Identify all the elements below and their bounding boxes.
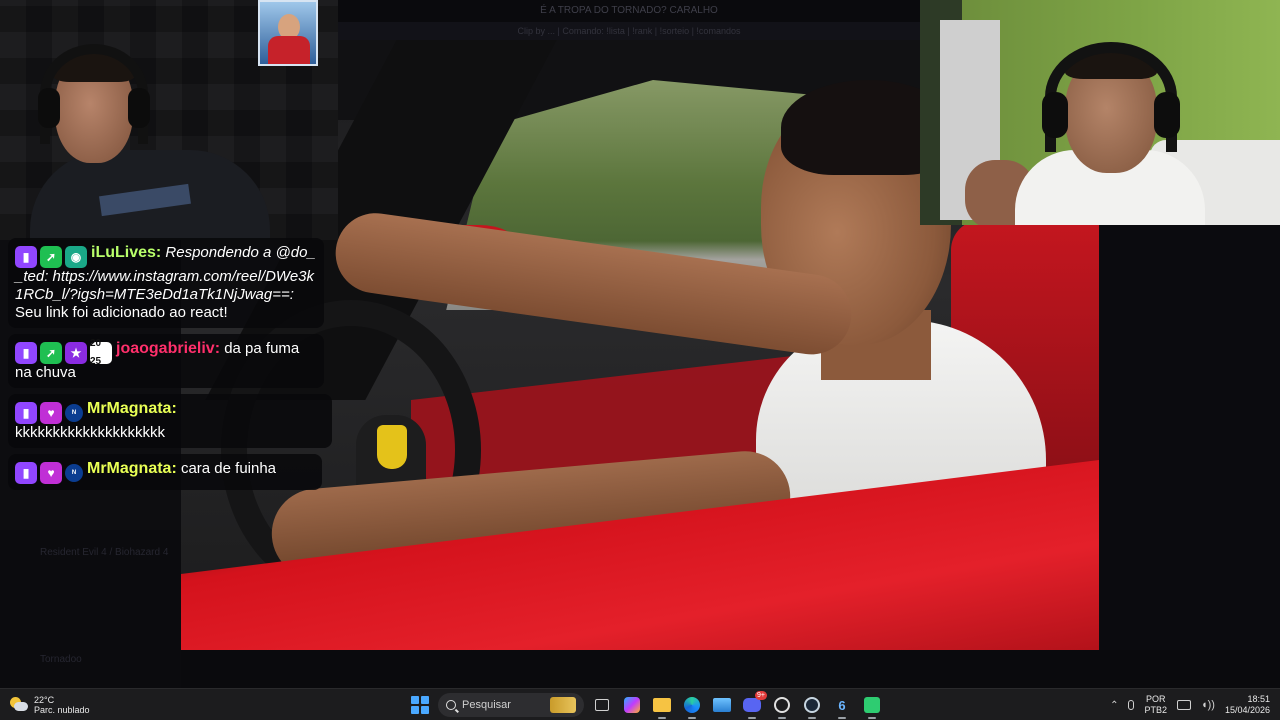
- username-text: Tornadoo: [40, 654, 82, 665]
- obs-icon: [774, 697, 790, 713]
- heart-icon: ♥: [40, 462, 62, 484]
- stream-sub-bar: Clip by ... | Comando: !lista | !rank | …: [338, 22, 920, 40]
- task-view-icon: [595, 699, 609, 711]
- file-explorer-button[interactable]: [650, 693, 674, 719]
- steam-icon: [804, 697, 820, 713]
- superman-poster: [258, 0, 318, 66]
- rocket-icon: ➚: [40, 342, 62, 364]
- voice-channel-panel: Resident Evil 4 / Biohazard 4 Tornadoo: [0, 530, 181, 688]
- chat-username: iLuLives:: [91, 244, 162, 261]
- photos-button[interactable]: [710, 693, 734, 717]
- chat-username: MrMagnata:: [87, 400, 177, 417]
- partly-cloudy-icon: [10, 697, 28, 713]
- activity-text: Resident Evil 4 / Biohazard 4: [40, 547, 169, 558]
- microphone-icon[interactable]: [1128, 700, 1135, 710]
- chevron-up-icon[interactable]: ⌃: [1110, 700, 1118, 711]
- nasa-icon: N: [65, 404, 83, 422]
- start-button[interactable]: [408, 693, 432, 717]
- six-app-button[interactable]: 6: [830, 693, 854, 719]
- search-placeholder: Pesquisar: [462, 699, 511, 711]
- network-icon[interactable]: [1176, 700, 1191, 710]
- weather-temp: 22°C: [34, 695, 55, 705]
- call-controls-bar: [181, 650, 1280, 688]
- clock-time: 18:51: [1247, 694, 1270, 704]
- star-icon: ★: [65, 342, 87, 364]
- chat-username: joaogabrieliv:: [116, 340, 221, 357]
- volume-icon[interactable]: ◖)): [1201, 699, 1215, 711]
- chat-username: MrMagnata:: [87, 460, 177, 477]
- chat-message: ▮ ➚ ★ 20 25 joaogabrieliv: da pa fuma na…: [8, 334, 324, 388]
- ferrari-badge-icon: [377, 425, 407, 469]
- twitch-icon: ▮: [15, 462, 37, 484]
- task-view-button[interactable]: [590, 693, 614, 717]
- obs-button[interactable]: [770, 693, 794, 719]
- windows-taskbar: 22°C Parc. nublado Pesquisar 9+ 6 ⌃ POR: [0, 688, 1280, 720]
- green-app-button[interactable]: [860, 693, 884, 719]
- right-webcam: [920, 0, 1280, 225]
- weather-desc: Parc. nublado: [34, 705, 90, 715]
- steam-button[interactable]: [800, 693, 824, 719]
- nasa-icon: N: [65, 464, 83, 482]
- system-tray: ⌃ POR PTB2 ◖)) 18:51 15/04/2026: [1110, 693, 1270, 717]
- weather-widget[interactable]: 22°C Parc. nublado: [10, 694, 90, 716]
- edge-icon: [684, 697, 700, 713]
- language-indicator[interactable]: POR PTB2: [1144, 694, 1167, 716]
- copilot-button[interactable]: [620, 693, 644, 717]
- six-icon: 6: [838, 697, 846, 713]
- photos-icon: [713, 698, 731, 712]
- search-highlight-icon: [550, 697, 576, 713]
- clock[interactable]: 18:51 15/04/2026: [1225, 694, 1270, 716]
- chat-text: cara de fuinha: [180, 460, 277, 477]
- rocket-icon: ➚: [40, 246, 62, 268]
- chat-message: ▮ ♥ N MrMagnata: kkkkkkkkkkkkkkkkkkkk: [8, 394, 332, 448]
- taskbar-search-box[interactable]: Pesquisar: [438, 693, 584, 717]
- edge-button[interactable]: [680, 693, 704, 719]
- copilot-icon: [624, 697, 640, 713]
- search-icon: [446, 700, 456, 710]
- 2025-badge-icon: 20 25: [90, 338, 112, 367]
- chat-text: kkkkkkkkkkkkkkkkkkkk: [15, 424, 165, 441]
- left-webcam: [0, 0, 338, 240]
- twitch-icon: ▮: [15, 246, 37, 268]
- twitch-icon: ▮: [15, 402, 37, 424]
- heart-icon: ♥: [40, 402, 62, 424]
- notification-badge: 9+: [755, 691, 767, 700]
- robot-icon: ◉: [65, 246, 87, 268]
- green-app-icon: [864, 697, 880, 713]
- chat-text: Seu link foi adicionado ao react!: [15, 304, 228, 321]
- discord-button[interactable]: 9+: [740, 691, 767, 719]
- chat-message: ▮ ♥ N MrMagnata: cara de fuinha: [8, 454, 322, 490]
- folder-icon: [653, 698, 671, 712]
- twitch-icon: ▮: [15, 342, 37, 364]
- member-list-panel: [1100, 225, 1280, 670]
- chat-message: ▮ ➚ ◉ iLuLives: Respondendo a @do__ted: …: [8, 238, 324, 328]
- windows-start-icon: [408, 693, 432, 717]
- stream-title-bar: É A TROPA DO TORNADO? CARALHO: [338, 0, 920, 22]
- discord-icon: [743, 698, 761, 712]
- clock-date: 15/04/2026: [1224, 705, 1270, 715]
- chat-overlay: ▮ ➚ ◉ iLuLives: Respondendo a @do__ted: …: [8, 238, 338, 496]
